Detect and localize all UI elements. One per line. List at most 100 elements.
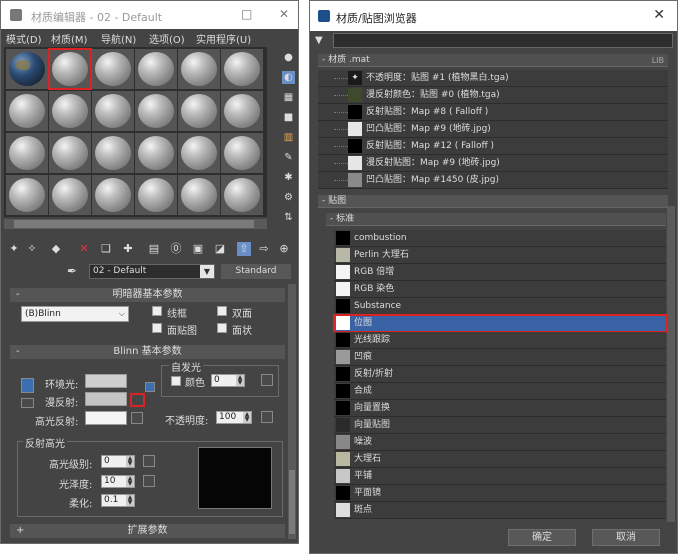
list-item[interactable]: 向量置换 bbox=[334, 400, 666, 417]
sample-slot[interactable] bbox=[135, 49, 177, 89]
spinner-arrows-icon[interactable]: ▲ ▼ bbox=[236, 375, 244, 386]
scrollbar-thumb[interactable] bbox=[289, 470, 295, 534]
opacity-spinner[interactable]: 100 ▲ ▼ bbox=[216, 411, 252, 424]
material-editor-titlebar[interactable]: 材质编辑器 - 02 - Default □ ✕ bbox=[1, 1, 298, 29]
shader-type-dropdown[interactable]: (B)Blinn ⌵ bbox=[21, 306, 129, 322]
select-by-material-icon[interactable]: ⚙ bbox=[282, 191, 295, 204]
sample-slot[interactable] bbox=[49, 133, 91, 173]
self-illum-spinner[interactable]: 0 ▲ ▼ bbox=[211, 374, 245, 387]
standard-maps-group-header[interactable]: - 标准 bbox=[326, 213, 666, 226]
maximize-icon[interactable]: □ bbox=[241, 7, 252, 21]
list-item[interactable]: 向量贴图 bbox=[334, 417, 666, 434]
spinner-arrows-icon[interactable]: ▲ ▼ bbox=[126, 456, 134, 467]
sample-slot[interactable] bbox=[135, 133, 177, 173]
options-icon[interactable]: ✱ bbox=[282, 171, 295, 184]
sample-slot[interactable] bbox=[6, 49, 48, 89]
video-color-check-icon[interactable]: ▥ bbox=[282, 131, 295, 144]
copy-material-icon[interactable]: ❏ bbox=[99, 242, 113, 256]
maps-group-header[interactable]: - 贴图 bbox=[318, 195, 668, 208]
two-sided-checkbox[interactable] bbox=[217, 306, 227, 316]
lock-icon[interactable] bbox=[145, 382, 155, 392]
put-to-library-icon[interactable]: ▤ bbox=[147, 242, 161, 256]
sample-slot[interactable] bbox=[221, 91, 263, 131]
list-item[interactable]: combustion bbox=[334, 230, 666, 247]
sample-slot[interactable] bbox=[6, 133, 48, 173]
sample-slot[interactable] bbox=[178, 175, 220, 215]
spinner-arrows-icon[interactable]: ▲ ▼ bbox=[126, 476, 134, 487]
self-illum-map-button[interactable] bbox=[261, 374, 273, 386]
list-item[interactable]: 平面镜 bbox=[334, 485, 666, 502]
list-item[interactable]: Perlin 大理石 bbox=[334, 247, 666, 264]
specular-map-button[interactable] bbox=[131, 412, 143, 424]
sample-slot[interactable] bbox=[135, 175, 177, 215]
lock-ambient-diffuse-button[interactable] bbox=[21, 378, 34, 393]
material-library-group-header[interactable]: - 材质 .mat LIB bbox=[318, 54, 668, 67]
sample-slot[interactable] bbox=[6, 91, 48, 131]
blinn-params-rollout-header[interactable]: - Blinn 基本参数 bbox=[10, 345, 285, 359]
sample-slot[interactable] bbox=[135, 91, 177, 131]
search-input[interactable] bbox=[333, 33, 673, 48]
menu-material[interactable]: 材质(M) bbox=[51, 31, 87, 46]
face-map-checkbox[interactable] bbox=[152, 323, 162, 333]
specular-level-map-button[interactable] bbox=[143, 455, 155, 467]
material-name-field[interactable]: 02 - Default ▼ bbox=[89, 264, 215, 279]
sample-slot[interactable] bbox=[92, 91, 134, 131]
list-item[interactable]: 大理石 bbox=[334, 451, 666, 468]
sample-slot[interactable] bbox=[92, 175, 134, 215]
spinner-arrows-icon[interactable]: ▲ ▼ bbox=[243, 412, 251, 423]
list-item[interactable]: 漫反射颜色：贴图 #0 (植物.tga) bbox=[318, 87, 668, 104]
list-item[interactable]: 噪波 bbox=[334, 434, 666, 451]
browser-options-icon[interactable]: ▼ bbox=[315, 35, 323, 46]
sample-slot[interactable] bbox=[221, 49, 263, 89]
make-unique-icon[interactable]: ✚ bbox=[121, 242, 135, 256]
close-icon[interactable]: ✕ bbox=[279, 7, 289, 21]
wire-checkbox[interactable] bbox=[152, 306, 162, 316]
extended-params-rollout-header[interactable]: + 扩展参数 bbox=[10, 524, 285, 538]
assign-to-selection-icon[interactable]: ◆ bbox=[49, 242, 63, 256]
list-item[interactable]: 凹凸贴图：Map #1450 (皮.jpg) bbox=[318, 172, 668, 189]
show-end-result-icon[interactable]: ◪ bbox=[213, 242, 227, 256]
sample-slot[interactable] bbox=[178, 91, 220, 131]
browser-vertical-scrollbar[interactable] bbox=[667, 206, 675, 522]
sample-slot[interactable] bbox=[49, 91, 91, 131]
sample-slot[interactable] bbox=[221, 133, 263, 173]
ok-button[interactable]: 确定 bbox=[508, 529, 576, 546]
show-shaded-material-icon[interactable]: ▣ bbox=[191, 242, 205, 256]
sample-grid-horizontal-scrollbar[interactable] bbox=[4, 219, 267, 229]
opacity-map-button[interactable] bbox=[261, 411, 273, 423]
lock-diffuse-specular-button[interactable] bbox=[21, 398, 34, 408]
glossiness-map-button[interactable] bbox=[143, 475, 155, 487]
diffuse-map-button[interactable] bbox=[130, 393, 145, 407]
menu-navigation[interactable]: 导航(N) bbox=[101, 31, 136, 46]
make-preview-icon[interactable]: ✎ bbox=[282, 151, 295, 164]
go-to-parent-icon[interactable]: ⇧ bbox=[237, 242, 251, 256]
ambient-color-swatch[interactable] bbox=[85, 374, 127, 388]
list-item[interactable]: 反射/折射 bbox=[334, 366, 666, 383]
cancel-button[interactable]: 取消 bbox=[592, 529, 660, 546]
list-item[interactable]: 凹凸贴图：Map #9 (地砖.jpg) bbox=[318, 121, 668, 138]
glossiness-spinner[interactable]: 10 ▲ ▼ bbox=[101, 475, 135, 488]
list-item[interactable]: 平铺 bbox=[334, 468, 666, 485]
sample-slot[interactable] bbox=[92, 49, 134, 89]
sample-slot[interactable] bbox=[178, 133, 220, 173]
faceted-checkbox[interactable] bbox=[217, 323, 227, 333]
list-item[interactable]: RGB 染色 bbox=[334, 281, 666, 298]
list-item[interactable]: 反射贴图：Map #8 ( Falloff ) bbox=[318, 104, 668, 121]
menu-utilities[interactable]: 实用程序(U) bbox=[196, 31, 251, 46]
sample-slot[interactable] bbox=[6, 175, 48, 215]
list-item[interactable]: 凹痕 bbox=[334, 349, 666, 366]
list-item[interactable]: 漫反射贴图：Map #9 (地砖.jpg) bbox=[318, 155, 668, 172]
shader-params-rollout-header[interactable]: - 明暗器基本参数 bbox=[10, 288, 285, 302]
sample-uv-tiling-icon[interactable]: ■ bbox=[282, 111, 295, 124]
list-item[interactable]: 反射贴图：Map #12 ( Falloff ) bbox=[318, 138, 668, 155]
sample-slot[interactable] bbox=[221, 175, 263, 215]
sample-slot[interactable] bbox=[49, 175, 91, 215]
backlight-icon[interactable]: ◐ bbox=[282, 71, 295, 84]
eyedropper-icon[interactable]: ✒ bbox=[67, 264, 77, 278]
soften-spinner[interactable]: 0.1 ▲ ▼ bbox=[101, 494, 135, 507]
spinner-arrows-icon[interactable]: ▲ ▼ bbox=[126, 495, 134, 506]
pick-material-icon[interactable]: ⊕ bbox=[277, 242, 291, 256]
sample-type-icon[interactable]: ● bbox=[282, 51, 295, 64]
put-to-scene-icon[interactable]: ✧ bbox=[25, 242, 39, 256]
list-item[interactable]: Substance bbox=[334, 298, 666, 315]
